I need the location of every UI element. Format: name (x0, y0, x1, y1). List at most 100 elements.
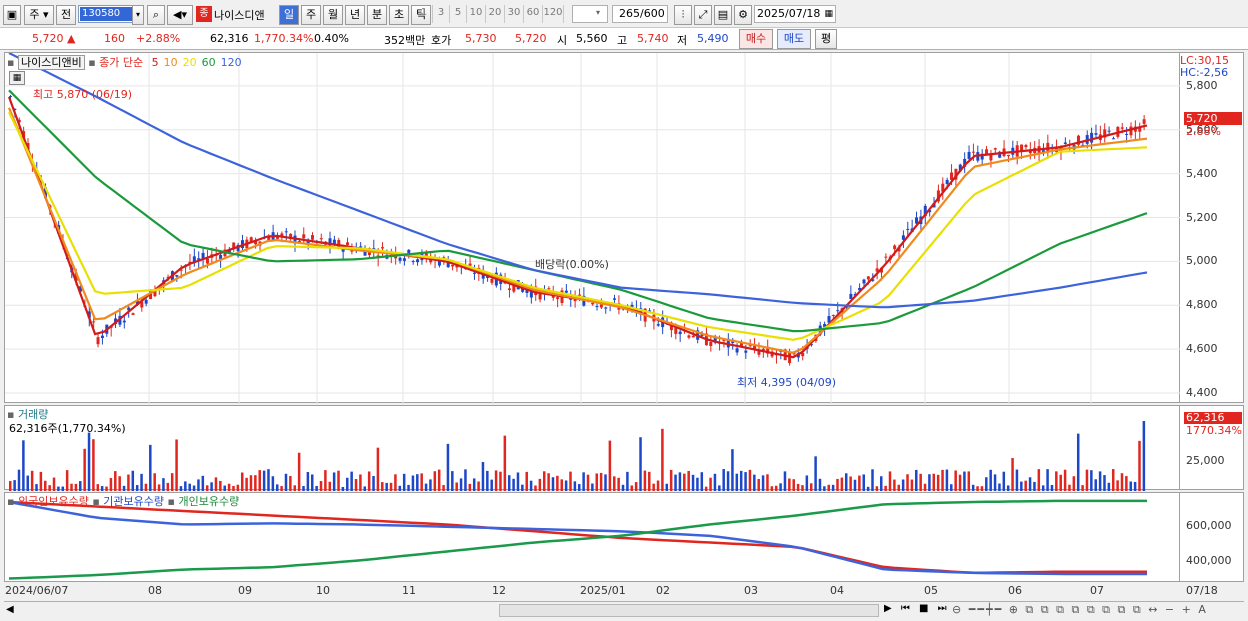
volume-bar-26 (122, 485, 126, 491)
candle-body-45 (205, 258, 209, 264)
volume-bar-75 (337, 470, 340, 491)
period-tab-5[interactable]: 초 (389, 5, 409, 25)
holdings-panel[interactable]: ▪ 외국인보유수량 ▪ 기관보유수량 ▪ 개인보유수량 (4, 492, 1180, 582)
volume-bar-174 (770, 486, 774, 491)
zoom-tools[interactable]: ⊖ ━━┿━ ⊕ ⧉ ⧉ ⧉ ⧉ ⧉ ⧉ ⧉ ⧉ ↔ − + A (952, 603, 1208, 617)
candle-body-219 (967, 151, 971, 159)
volume-bar-161 (713, 473, 717, 491)
volume-bar-219 (967, 471, 971, 491)
volume-bar-207 (915, 469, 918, 491)
minute-unit-1[interactable]: 3 (433, 5, 450, 23)
save-icon[interactable]: ▤ (714, 5, 732, 25)
volume-bar-122 (542, 471, 546, 491)
volume-bar-179 (792, 479, 795, 491)
market-label: 주 (29, 8, 40, 21)
volume-bar-154 (683, 473, 686, 491)
scroll-thumb[interactable] (499, 604, 879, 617)
gear-icon[interactable]: ⚙ (734, 5, 752, 25)
period-tab-3[interactable]: 년 (345, 5, 365, 25)
volume-bar-112 (499, 471, 502, 491)
layout-icon[interactable]: ▣ (3, 5, 21, 25)
buy-button[interactable]: 매수 (739, 29, 773, 49)
candle-body-259 (1142, 119, 1146, 124)
volume-bar-110 (490, 479, 493, 491)
eval-button[interactable]: 평 (815, 29, 837, 49)
volume-bar-12 (61, 486, 65, 491)
volume-bar-170 (753, 474, 756, 491)
volume-bar-258 (1138, 440, 1141, 491)
volume-bar-257 (1133, 481, 1137, 491)
period-tab-4[interactable]: 분 (367, 5, 387, 25)
count-field[interactable]: 265/600 (612, 5, 668, 23)
candle-body-114 (507, 288, 511, 290)
volume-bar-24 (114, 471, 117, 491)
volume-bar-237 (1046, 469, 1049, 491)
volume-bar-142 (630, 485, 634, 491)
minute-unit-7[interactable]: 120 (543, 5, 564, 23)
minute-unit-3[interactable]: 10 (467, 5, 486, 23)
draw-tool-icon[interactable]: ⤢ (694, 5, 712, 25)
holding-line-0 (8, 500, 1147, 575)
bottom-scrollbar[interactable]: ◀ ▶ ⏮ ■ ⏭ ⊖ ━━┿━ ⊕ ⧉ ⧉ ⧉ ⧉ ⧉ ⧉ ⧉ ⧉ ↔ − +… (4, 601, 1244, 619)
stock-name: 나이스디앤 (214, 9, 265, 22)
period-tab-0[interactable]: 일 (279, 5, 299, 25)
unit-dropdown-icon[interactable]: ▾ (596, 8, 600, 17)
volume-bar-191 (844, 473, 848, 491)
candle-icon[interactable]: ⫶ (674, 5, 692, 25)
candle-body-26 (122, 320, 126, 323)
volume-bar-183 (809, 483, 813, 491)
volume-bar-36 (166, 482, 170, 491)
grid-icon[interactable]: ▦ (9, 71, 25, 85)
minute-unit-2[interactable]: 5 (450, 5, 467, 23)
candle-body-155 (687, 335, 691, 338)
unit-select[interactable] (572, 5, 608, 23)
volume-bar-48 (219, 480, 222, 491)
candle-body-127 (564, 290, 568, 293)
minute-unit-6[interactable]: 60 (524, 5, 543, 23)
volume-bar-28 (131, 470, 135, 491)
ma-period-20: 20 (182, 56, 197, 69)
volume-bar-107 (477, 481, 480, 491)
volume-bar-101 (451, 471, 454, 491)
search-icon[interactable]: ⌕ (147, 5, 165, 25)
volume-bar-177 (783, 471, 787, 491)
volume-bar-80 (359, 474, 362, 491)
volume-bar-18 (87, 432, 91, 491)
volume-bar-55 (249, 475, 253, 491)
minute-unit-5[interactable]: 30 (505, 5, 524, 23)
speaker-icon[interactable]: ◀▾ (167, 5, 193, 25)
period-tab-2[interactable]: 월 (323, 5, 343, 25)
sell-button[interactable]: 매도 (777, 29, 811, 49)
code-dropdown-icon[interactable]: ▾ (132, 5, 144, 25)
volume-bar-47 (214, 477, 218, 491)
market-select[interactable]: 주 ▾ (24, 5, 54, 25)
volume-bar-21 (100, 486, 104, 491)
date-field[interactable]: 2025/07/18 ▦ (754, 5, 836, 23)
candle-body-20 (96, 337, 100, 345)
period-tab-1[interactable]: 주 (301, 5, 321, 25)
scroll-left-icon[interactable]: ◀ (6, 604, 14, 615)
volume-bar-227 (1002, 471, 1006, 491)
candle-body-247 (1090, 132, 1094, 143)
volume-bar-236 (1041, 485, 1045, 491)
ma-period-5: 5 (151, 56, 159, 69)
candle-body-200 (884, 256, 888, 258)
volume-bar-15 (74, 483, 78, 491)
stock-code-input[interactable]: 130580 (78, 5, 138, 23)
view-button[interactable]: 전 (56, 5, 76, 25)
price-panel[interactable]: ▪ 나이스디앤비 ▪ 종가 단순 5 10 20 60 120 ▦ 최고 5,870 (… (4, 52, 1181, 404)
candle-body-160 (709, 341, 713, 346)
volume-bar-153 (678, 472, 682, 491)
volume-bar-210 (928, 474, 931, 491)
playback-controls[interactable]: ▶ ⏮ ■ ⏭ (884, 603, 950, 614)
calendar-icon[interactable]: ▦ (824, 6, 833, 22)
date-label-5: 12 (492, 584, 506, 597)
date-label-4: 11 (402, 584, 416, 597)
volume-bar-181 (801, 485, 804, 491)
open-price: 5,560 (576, 32, 608, 45)
volume-bar-240 (1059, 474, 1062, 491)
volume-panel[interactable]: ▪ 거래량 62,316주(1,770.34%) (4, 405, 1180, 491)
candle-body-251 (1107, 130, 1111, 132)
minute-unit-4[interactable]: 20 (486, 5, 505, 23)
minute-unit-0[interactable]: 1 (416, 5, 433, 23)
